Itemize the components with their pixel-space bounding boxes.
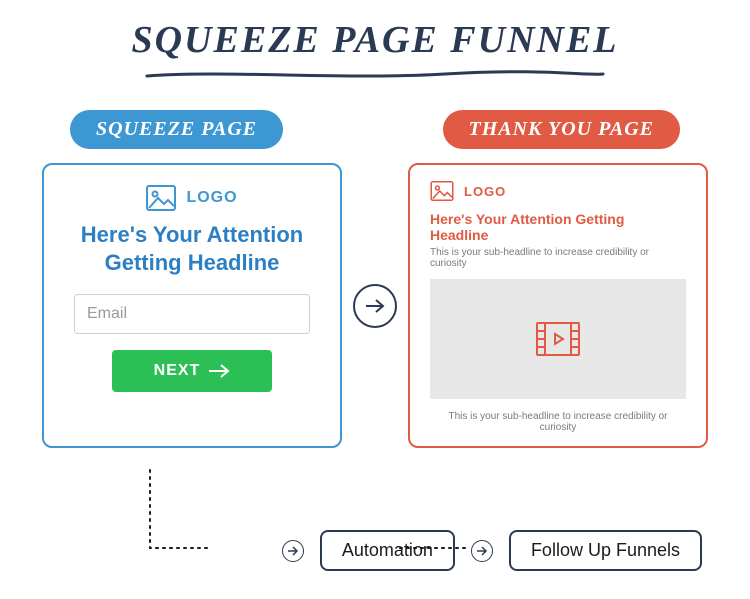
next-button[interactable]: NEXT: [112, 350, 272, 392]
thankyou-headline: Here's Your Attention Getting Headline: [410, 201, 706, 243]
logo-row: LOGO: [430, 181, 706, 201]
logo-text: LOGO: [464, 184, 506, 199]
thankyou-subheadline-bottom: This is your sub-headline to increase cr…: [410, 399, 706, 433]
arrow-right-icon: [287, 546, 299, 556]
squeeze-page-panel: LOGO Here's Your Attention Getting Headl…: [42, 163, 342, 448]
flow-arrow-small: [282, 540, 304, 562]
image-icon: [430, 181, 454, 201]
arrow-right-icon: [476, 546, 488, 556]
thankyou-page-pill: THANK YOU PAGE: [443, 110, 681, 149]
squeeze-page-pill: SQUEEZE PAGE: [70, 110, 283, 149]
flow-arrow-circle: [353, 284, 397, 328]
page-title: SQUEEZE PAGE FUNNEL: [0, 18, 750, 62]
automation-chip: Automation: [320, 530, 455, 571]
email-field[interactable]: Email: [74, 294, 310, 334]
followup-chip: Follow Up Funnels: [509, 530, 702, 571]
video-placeholder: [430, 279, 686, 399]
video-icon: [536, 322, 580, 356]
logo-row: LOGO: [44, 185, 340, 211]
logo-text: LOGO: [186, 189, 237, 207]
squeeze-headline: Here's Your Attention Getting Headline: [44, 211, 340, 276]
email-placeholder: Email: [87, 305, 127, 323]
arrow-right-icon: [208, 364, 230, 378]
title-underline: [145, 68, 605, 82]
arrow-right-icon: [364, 298, 386, 314]
flow-arrow-small: [471, 540, 493, 562]
thankyou-subheadline-top: This is your sub-headline to increase cr…: [410, 243, 706, 269]
thankyou-page-panel: LOGO Here's Your Attention Getting Headl…: [408, 163, 708, 448]
image-icon: [146, 185, 176, 211]
next-button-label: NEXT: [154, 362, 201, 380]
